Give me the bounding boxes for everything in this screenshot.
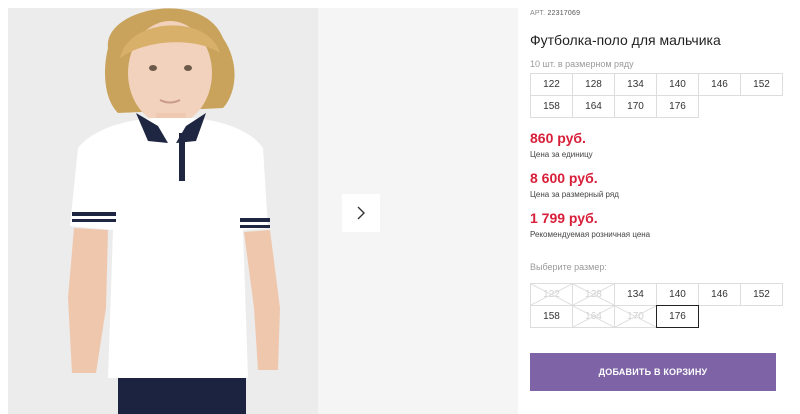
pack-size-cell: 176 — [656, 95, 699, 118]
cross-out-icon — [615, 306, 656, 327]
product-title: Футболка-поло для мальчика — [530, 32, 721, 48]
add-to-cart-button[interactable]: ДОБАВИТЬ В КОРЗИНУ — [530, 353, 776, 391]
pack-size-cell: 164 — [572, 95, 615, 118]
pack-size-cell: 122 — [530, 73, 573, 96]
size-option[interactable]: 146 — [698, 283, 741, 306]
size-selector: 122 128 134 140 146 152 158 164 170 176 — [530, 283, 783, 328]
size-option[interactable]: 164 — [572, 305, 615, 328]
size-option[interactable]: 128 — [572, 283, 615, 306]
article-label: АРТ. — [530, 10, 546, 17]
pack-price: 8 600 руб. — [530, 170, 598, 186]
product-gallery — [0, 0, 520, 414]
size-option[interactable]: 140 — [656, 283, 699, 306]
cross-out-icon — [573, 284, 614, 305]
cross-out-icon — [531, 284, 572, 305]
pack-size-cell: 146 — [698, 73, 741, 96]
article-value: 22317069 — [547, 10, 581, 17]
next-image-button[interactable] — [342, 194, 380, 232]
unit-price: 860 руб. — [530, 130, 586, 146]
pack-size-cell: 170 — [614, 95, 657, 118]
article-number: АРТ. 22317069 — [530, 10, 580, 17]
size-option[interactable]: 170 — [614, 305, 657, 328]
pack-size-cell: 128 — [572, 73, 615, 96]
size-option-selected[interactable]: 176 — [656, 305, 699, 328]
pack-size-cell: 134 — [614, 73, 657, 96]
cross-out-icon — [573, 306, 614, 327]
product-photo — [8, 8, 318, 414]
unit-price-label: Цена за единицу — [530, 150, 593, 159]
size-option[interactable]: 122 — [530, 283, 573, 306]
boy-in-polo-image — [8, 8, 318, 414]
pack-size-grid: 122 128 134 140 146 152 158 164 170 176 — [530, 73, 783, 118]
choose-size-label: Выберите размер: — [530, 262, 607, 272]
size-option[interactable]: 134 — [614, 283, 657, 306]
retail-price: 1 799 руб. — [530, 210, 598, 226]
pack-size-cell: 152 — [740, 73, 783, 96]
pack-size-label: 10 шт. в размерном ряду — [530, 59, 634, 69]
pack-size-cell: 140 — [656, 73, 699, 96]
chevron-right-icon — [357, 206, 365, 220]
pack-price-label: Цена за размерный ряд — [530, 190, 619, 199]
pack-size-cell: 158 — [530, 95, 573, 118]
size-option[interactable]: 158 — [530, 305, 573, 328]
size-option[interactable]: 152 — [740, 283, 783, 306]
retail-price-label: Рекомендуемая розничная цена — [530, 230, 651, 239]
